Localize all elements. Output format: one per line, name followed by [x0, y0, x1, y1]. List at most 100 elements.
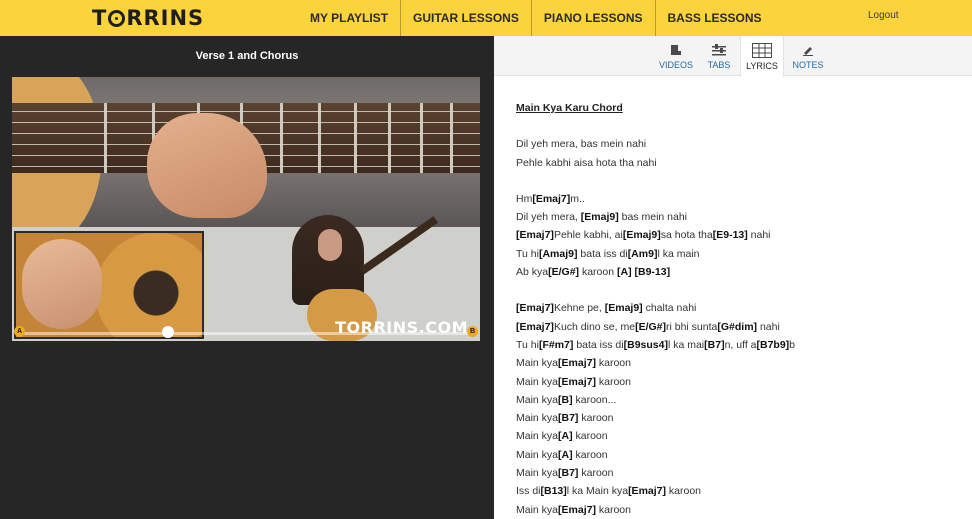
logo-text: T: [92, 6, 108, 30]
lyric-text: Main kya: [516, 393, 559, 406]
lyric-text: Kehne pe,: [553, 302, 605, 315]
lyric-line: [Emaj7]Kuch dino se, me[E/G#]ri bhi sunt…: [516, 318, 956, 336]
chord-label: [B7]: [704, 338, 725, 351]
chord-label: [B7]: [558, 412, 579, 425]
lyric-text: Ab kya: [516, 266, 549, 279]
lyric-line: Main kya[Emaj7] karoon: [516, 373, 956, 391]
fret: [420, 103, 423, 173]
chord-label: [A]: [558, 430, 573, 443]
lyric-text: karoon...: [572, 393, 617, 406]
nav-guitar-lessons[interactable]: GUITAR LESSONS: [401, 0, 532, 36]
lyric-line: Tu hi[Amaj9] bata iss di[Am9]l ka main: [516, 245, 956, 263]
logout-link[interactable]: Logout: [868, 10, 899, 21]
lyric-text: Pehle kabhi, ai: [553, 229, 623, 242]
chord-label: [Am9]: [627, 247, 658, 260]
tab-label: VIDEOS: [658, 60, 693, 70]
chord-label: [Emaj7]: [558, 375, 596, 388]
nav-bass-lessons[interactable]: BASS LESSONS: [656, 0, 774, 36]
fret: [354, 103, 357, 173]
logo-o-ring-icon: [108, 9, 126, 27]
lyric-line: Iss di[B13]l ka Main kya[Emaj7] karoon: [516, 482, 956, 500]
lyric-text: karoon: [666, 485, 702, 498]
string: [12, 111, 480, 112]
lyric-text: Main kya: [516, 448, 559, 461]
chord-label: [B13]: [540, 485, 567, 498]
lyrics-body: Dil yeh mera, bas mein nahi Pehle kabhi a…: [516, 135, 956, 519]
seek-handle[interactable]: [161, 326, 174, 338]
chord-label: [B7b9]: [756, 338, 790, 351]
lyric-text: Main kya: [516, 503, 559, 516]
chord-label: [Emaj7]: [628, 485, 666, 498]
lyric-text: ri bhi sunta: [666, 320, 718, 333]
chord-label: [Amaj9]: [538, 247, 578, 260]
tab-notes[interactable]: NOTES: [788, 36, 828, 76]
chord-label: [Emaj9]: [580, 211, 619, 224]
nav-piano-lessons[interactable]: PIANO LESSONS: [532, 0, 656, 36]
lyric-text: Tu hi: [516, 338, 539, 351]
strumming-inset: [14, 231, 204, 339]
lyric-text: b: [789, 338, 796, 351]
string: [12, 122, 480, 123]
content-tabs: VIDEOS TABS LYRICS NOTES: [494, 36, 972, 77]
lyric-text: Kuch dino se, me: [553, 320, 636, 333]
lyric-line: Tu hi[F#m7] bata iss di[B9sus4]l ka mai[…: [516, 336, 956, 354]
lyric-text: Main kya: [516, 430, 559, 443]
chord-label: [Emaj7]: [516, 229, 554, 242]
lyric-text: karoon: [578, 412, 614, 425]
scrollbar[interactable]: [966, 76, 972, 519]
pencil-icon: [802, 42, 814, 58]
video-panel: Verse 1 and Chorus TORRINS.COM A B: [0, 36, 494, 519]
tab-lyrics[interactable]: LYRICS: [740, 36, 784, 77]
video-icon: [670, 42, 682, 58]
lyric-line: Main kya[B7] karoon: [516, 409, 956, 427]
lyric-line: Main kya[B] karoon...: [516, 391, 956, 409]
video-frame-closeup: [12, 77, 480, 247]
lyric-text: bata iss di: [577, 247, 628, 260]
lyric-text: Iss di: [516, 485, 541, 498]
lyric-text: Dil yeh mera,: [516, 211, 581, 224]
lyric-text: Main kya: [516, 467, 559, 480]
lyric-text: Tu hi: [516, 247, 539, 260]
loop-marker-a[interactable]: A: [14, 326, 25, 337]
tab-tabs[interactable]: TABS: [702, 36, 736, 76]
video-player[interactable]: TORRINS.COM A B: [12, 77, 480, 341]
song-title: Main Kya Karu Chord: [516, 102, 623, 114]
seek-bar[interactable]: [18, 332, 472, 335]
lyric-line: Main kya[B7] karoon: [516, 464, 956, 482]
torrins-logo[interactable]: T RRINS: [92, 6, 204, 30]
logo-text-rest: RRINS: [126, 6, 205, 30]
strumming-hand-shape: [22, 239, 102, 329]
lyric-line: Hm[Emaj7]m..: [516, 190, 956, 208]
lyrics-content: Main Kya Karu Chord Dil yeh mera, bas me…: [516, 99, 956, 519]
loop-marker-b[interactable]: B: [467, 326, 478, 337]
lyric-line: Pehle kabhi aisa hota tha nahi: [516, 154, 956, 172]
stanza-gap: [516, 172, 956, 190]
lyric-text: l ka main: [657, 247, 700, 260]
video-title: Verse 1 and Chorus: [195, 50, 299, 62]
sliders-icon: [712, 42, 726, 58]
lyric-text: Dil yeh mera, bas mein nahi: [516, 138, 647, 151]
chord-label: [Emaj7]: [532, 192, 571, 205]
lyric-text: chalta nahi: [642, 302, 697, 315]
lyric-text: Pehle kabhi aisa hota tha nahi: [516, 156, 657, 169]
lyric-text: karoon: [578, 467, 614, 480]
chord-label: [E9-13]: [712, 229, 748, 242]
fret: [104, 103, 107, 173]
chord-label: [G#dim]: [717, 320, 758, 333]
chord-label: [Emaj7]: [516, 320, 554, 333]
nav-my-playlist[interactable]: MY PLAYLIST: [298, 0, 402, 36]
top-navigation-bar: T RRINS MY PLAYLIST GUITAR LESSONS PIANO …: [0, 0, 972, 36]
lyric-text: l ka mai: [667, 338, 705, 351]
chord-label: [A]: [558, 448, 573, 461]
lyric-text: karoon: [572, 430, 608, 443]
chord-label: [F#m7]: [538, 338, 574, 351]
chord-label: [Emaj9]: [622, 229, 661, 242]
lyric-text: bas mein nahi: [618, 211, 688, 224]
lyric-text: n, uff a: [724, 338, 757, 351]
tab-label: NOTES: [792, 60, 824, 70]
lyric-text: Main kya: [516, 357, 559, 370]
tab-videos[interactable]: VIDEOS: [654, 36, 698, 76]
chord-label: [E/G#]: [635, 320, 666, 333]
stanza-gap: [516, 281, 956, 299]
lyric-line: [Emaj7]Kehne pe, [Emaj9] chalta nahi: [516, 299, 956, 317]
